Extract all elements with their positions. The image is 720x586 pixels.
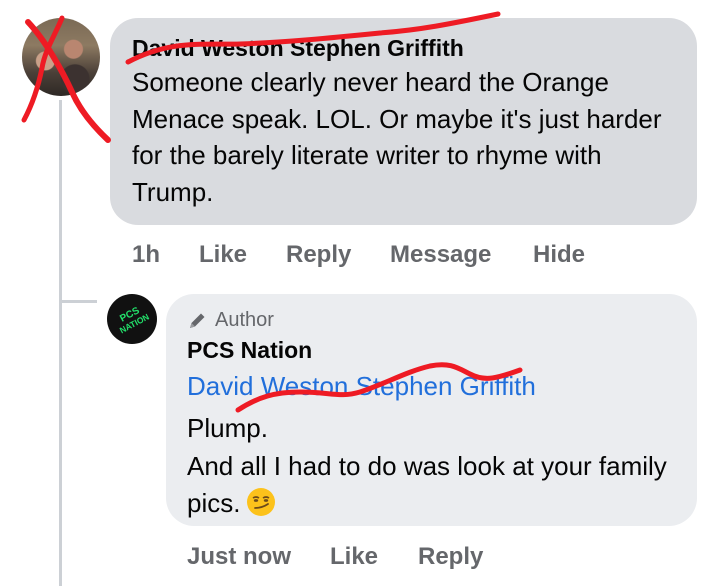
hide-button[interactable]: Hide xyxy=(533,241,585,269)
pcs-nation-logo-icon: PCS NATION xyxy=(118,305,151,335)
comment-text: Someone clearly never heard the Orange M… xyxy=(132,67,662,207)
smirking-face-emoji-icon xyxy=(246,487,276,528)
reply-button[interactable]: Reply xyxy=(286,241,351,269)
reply-like-button[interactable]: Like xyxy=(330,543,378,571)
author-badge-label: Author xyxy=(215,309,274,331)
like-button[interactable]: Like xyxy=(199,241,247,269)
reply-text-line: Plump. xyxy=(187,413,268,443)
thread-line-branch xyxy=(59,300,97,303)
comment-author-name[interactable]: David Weston Stephen Griffith xyxy=(132,34,464,62)
thread-line-vertical xyxy=(59,100,62,586)
reply-actions: Just now Like Reply xyxy=(187,543,517,573)
commenter-avatar[interactable] xyxy=(22,18,100,96)
page-avatar[interactable]: PCS NATION xyxy=(107,294,157,344)
reply-text-body: And all I had to do was look at your fam… xyxy=(187,448,682,528)
comment-actions: 1h Like Reply Message Hide xyxy=(132,241,602,271)
pencil-icon xyxy=(190,313,205,328)
reply-timestamp[interactable]: Just now xyxy=(187,543,291,571)
message-button[interactable]: Message xyxy=(390,241,491,269)
mention-link[interactable]: David Weston Stephen Griffith xyxy=(187,371,536,402)
comment-timestamp[interactable]: 1h xyxy=(132,241,160,269)
reply-text: Plump. And all I had to do was look at y… xyxy=(187,410,682,528)
reply-reply-button[interactable]: Reply xyxy=(418,543,483,571)
reply-author-name[interactable]: PCS Nation xyxy=(187,337,312,364)
